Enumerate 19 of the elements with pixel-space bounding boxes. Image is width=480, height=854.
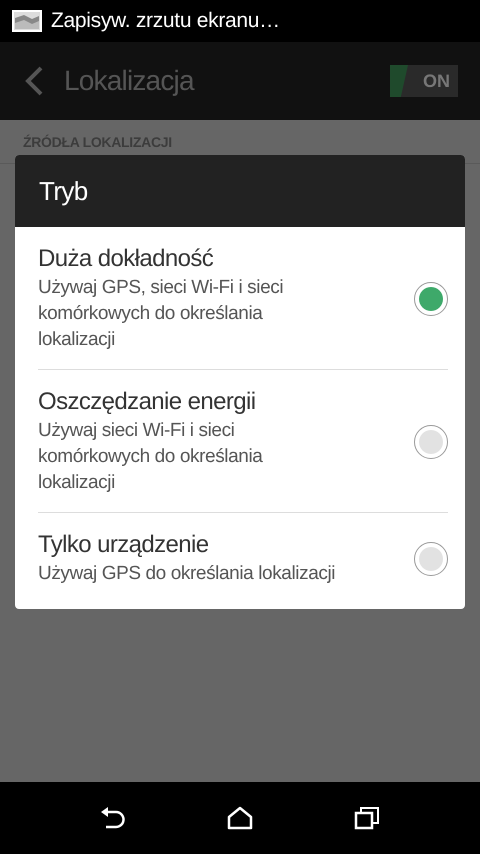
recent-apps-icon[interactable] (354, 806, 380, 830)
option-title: Duża dokładność (38, 245, 214, 273)
option-title: Tylko urządzenie (38, 531, 210, 559)
back-icon[interactable] (100, 806, 126, 830)
mode-option[interactable]: Oszczędzanie energii Używaj sieci Wi-Fi i sieci komórkowych do określania lokalizacji (38, 370, 448, 513)
option-description: Używaj sieci Wi-Fi i sieci komórkowych do określania lokalizacji (38, 419, 264, 495)
radio-button[interactable] (414, 282, 448, 316)
screen-title: Lokalizacja (64, 65, 196, 97)
option-title: Oszczędzanie energii (38, 388, 256, 416)
mode-option[interactable]: Tylko urządzenie Używaj GPS do określania lokalizacji (38, 513, 448, 609)
option-description: Używaj GPS do określania lokalizacji (38, 562, 336, 586)
radio-button[interactable] (414, 425, 448, 459)
mode-option[interactable]: Duża dokładność Używaj GPS, sieci Wi-Fi i sieci komórkowych do określania lokalizacji (38, 227, 448, 370)
radio-button[interactable] (414, 542, 448, 576)
dialog-title: Tryb (15, 155, 465, 227)
notification-text: Zapisyw. zrzutu ekranu… (51, 9, 280, 33)
home-icon[interactable] (226, 806, 253, 830)
option-description: Używaj GPS, sieci Wi-Fi i sieci komórkowych do określania lokalizacji (38, 276, 284, 352)
screenshot-icon (12, 10, 42, 32)
